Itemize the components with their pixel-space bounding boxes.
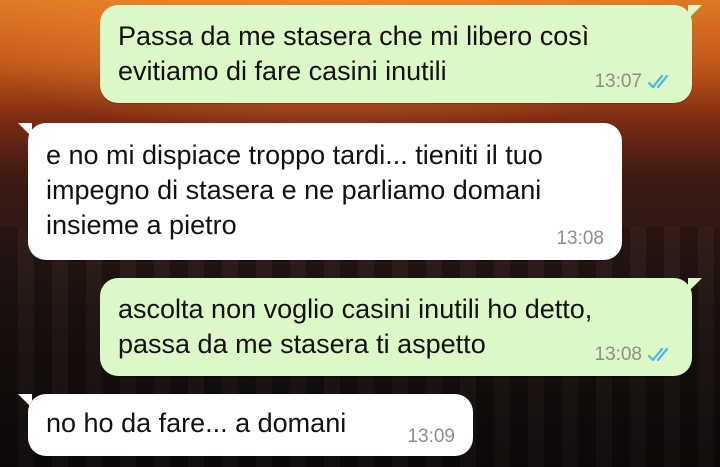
message-timestamp: 13:08 — [556, 228, 604, 249]
message-bubble-outgoing[interactable]: ascolta non voglio casini inutili ho det… — [100, 278, 702, 376]
message-meta: 13:08 — [556, 228, 604, 250]
double-check-read-icon — [648, 347, 674, 363]
message-timestamp: 13:08 — [594, 344, 642, 365]
message-text: e no mi dispiace troppo tardi... tieniti… — [46, 140, 543, 240]
message-meta: 13:09 — [407, 426, 455, 448]
bubble-tail — [18, 394, 32, 408]
message-text: no ho da fare... a domani — [46, 408, 347, 438]
bubble-tail — [688, 278, 702, 292]
message-timestamp: 13:07 — [594, 71, 642, 92]
bubble-tail — [18, 123, 32, 137]
message-meta: 13:07 — [594, 71, 674, 93]
message-meta: 13:08 — [594, 344, 674, 366]
message-bubble-outgoing[interactable]: Passa da me stasera che mi libero così e… — [100, 5, 702, 103]
message-text: Passa da me stasera che mi libero così e… — [118, 21, 590, 86]
message-timestamp: 13:09 — [407, 426, 455, 447]
message-bubble-incoming[interactable]: e no mi dispiace troppo tardi... tieniti… — [18, 123, 622, 260]
bubble-tail — [688, 5, 702, 19]
message-bubble-incoming[interactable]: no ho da fare... a domani 13:09 — [18, 394, 473, 456]
chat-conversation: Passa da me stasera che mi libero così e… — [0, 0, 720, 467]
double-check-read-icon — [648, 74, 674, 90]
message-text: ascolta non voglio casini inutili ho det… — [118, 294, 593, 359]
